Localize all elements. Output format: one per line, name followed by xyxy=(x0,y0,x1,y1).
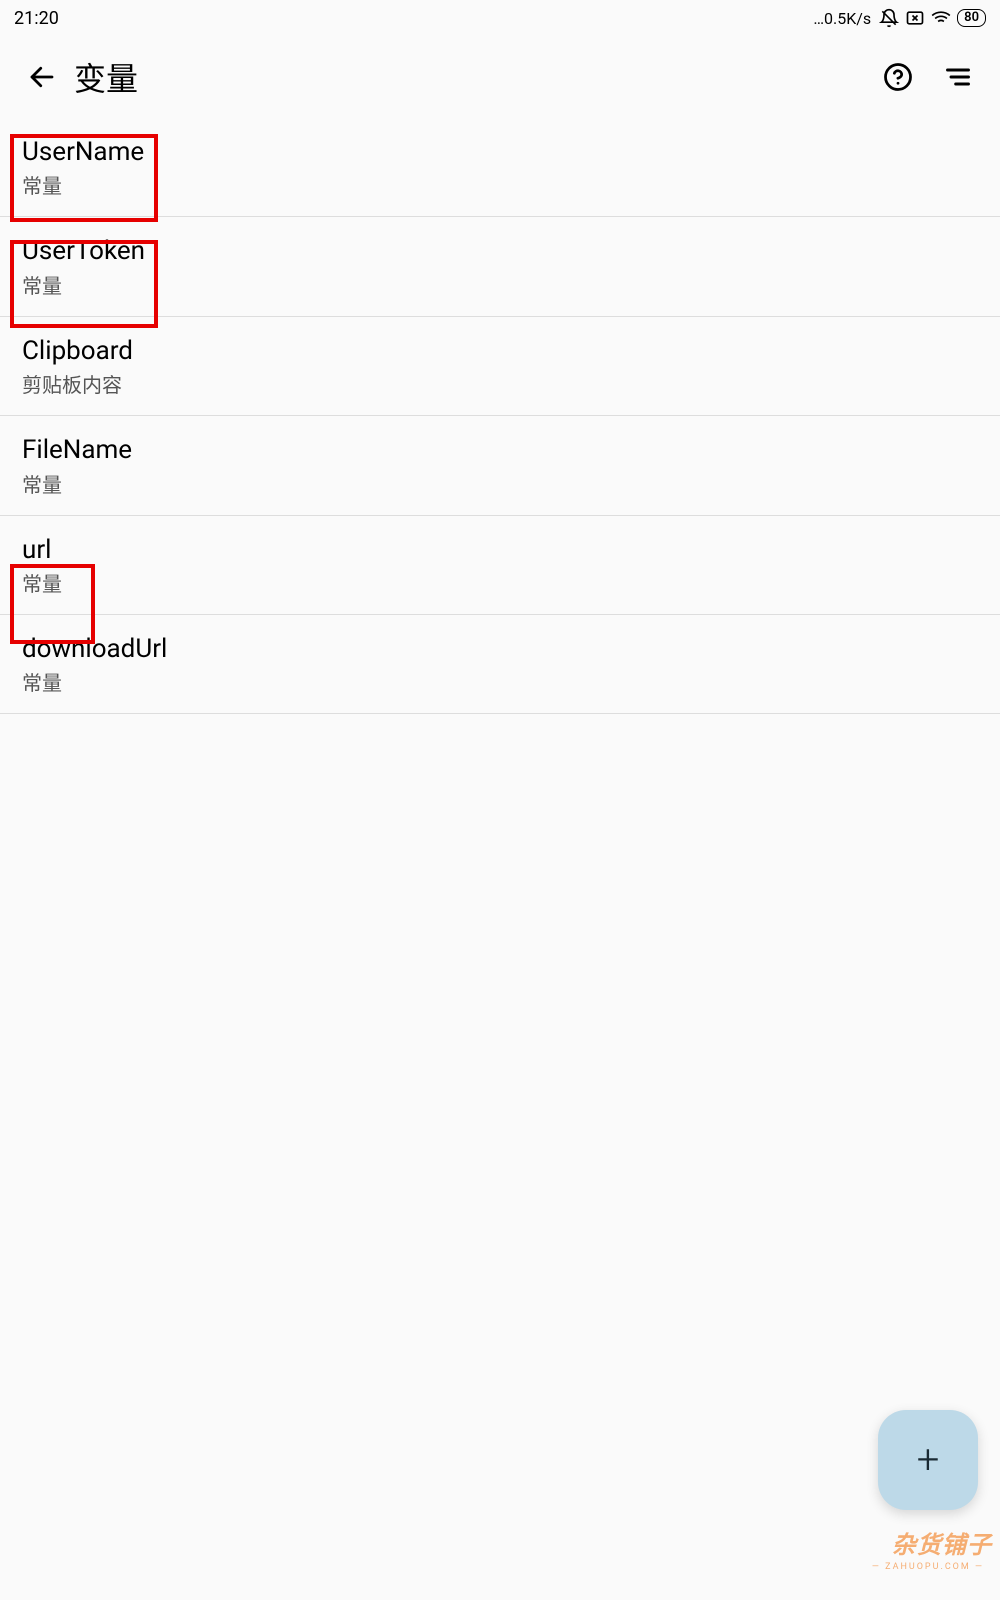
variable-type: 常量 xyxy=(22,272,978,300)
variable-type: 常量 xyxy=(22,669,978,697)
back-button[interactable] xyxy=(18,53,66,101)
app-bar: 变量 xyxy=(0,36,1000,118)
status-network-speed: …0.5K/s xyxy=(813,9,871,28)
variable-type: 常量 xyxy=(22,471,978,499)
list-item[interactable]: UserToken 常量 xyxy=(0,217,1000,316)
list-item[interactable]: UserName 常量 xyxy=(0,118,1000,217)
plus-icon: + xyxy=(917,1440,940,1480)
variable-name: Clipboard xyxy=(22,333,978,369)
variable-name: UserToken xyxy=(22,233,978,269)
close-box-icon xyxy=(905,8,925,28)
status-icons: 80 xyxy=(879,8,986,28)
variable-name: downloadUrl xyxy=(22,631,978,667)
battery-indicator: 80 xyxy=(957,9,986,27)
variable-type: 常量 xyxy=(22,172,978,200)
watermark: 杂货铺子 xyxy=(892,1525,992,1560)
bell-muted-icon xyxy=(879,8,899,28)
watermark-sub: — ZAHUOPU.COM — xyxy=(872,1562,984,1572)
help-circle-icon xyxy=(883,62,913,92)
list-item[interactable]: url 常量 xyxy=(0,516,1000,615)
page-title: 变量 xyxy=(74,54,862,100)
arrow-left-icon xyxy=(27,62,57,92)
sort-icon xyxy=(944,63,972,91)
variable-name: FileName xyxy=(22,432,978,468)
help-button[interactable] xyxy=(874,53,922,101)
status-right: …0.5K/s 80 xyxy=(813,8,986,28)
list-item[interactable]: downloadUrl 常量 xyxy=(0,615,1000,714)
status-time: 21:20 xyxy=(14,8,59,29)
wifi-icon xyxy=(931,8,951,28)
variable-name: url xyxy=(22,532,978,568)
variable-type: 常量 xyxy=(22,570,978,598)
list-item[interactable]: FileName 常量 xyxy=(0,416,1000,515)
variable-type: 剪贴板内容 xyxy=(22,371,978,399)
variable-name: UserName xyxy=(22,134,978,170)
variable-list: UserName 常量 UserToken 常量 Clipboard 剪贴板内容… xyxy=(0,118,1000,714)
sort-button[interactable] xyxy=(934,53,982,101)
list-item[interactable]: Clipboard 剪贴板内容 xyxy=(0,317,1000,416)
status-bar: 21:20 …0.5K/s 80 xyxy=(0,0,1000,36)
add-variable-fab[interactable]: + xyxy=(878,1410,978,1510)
